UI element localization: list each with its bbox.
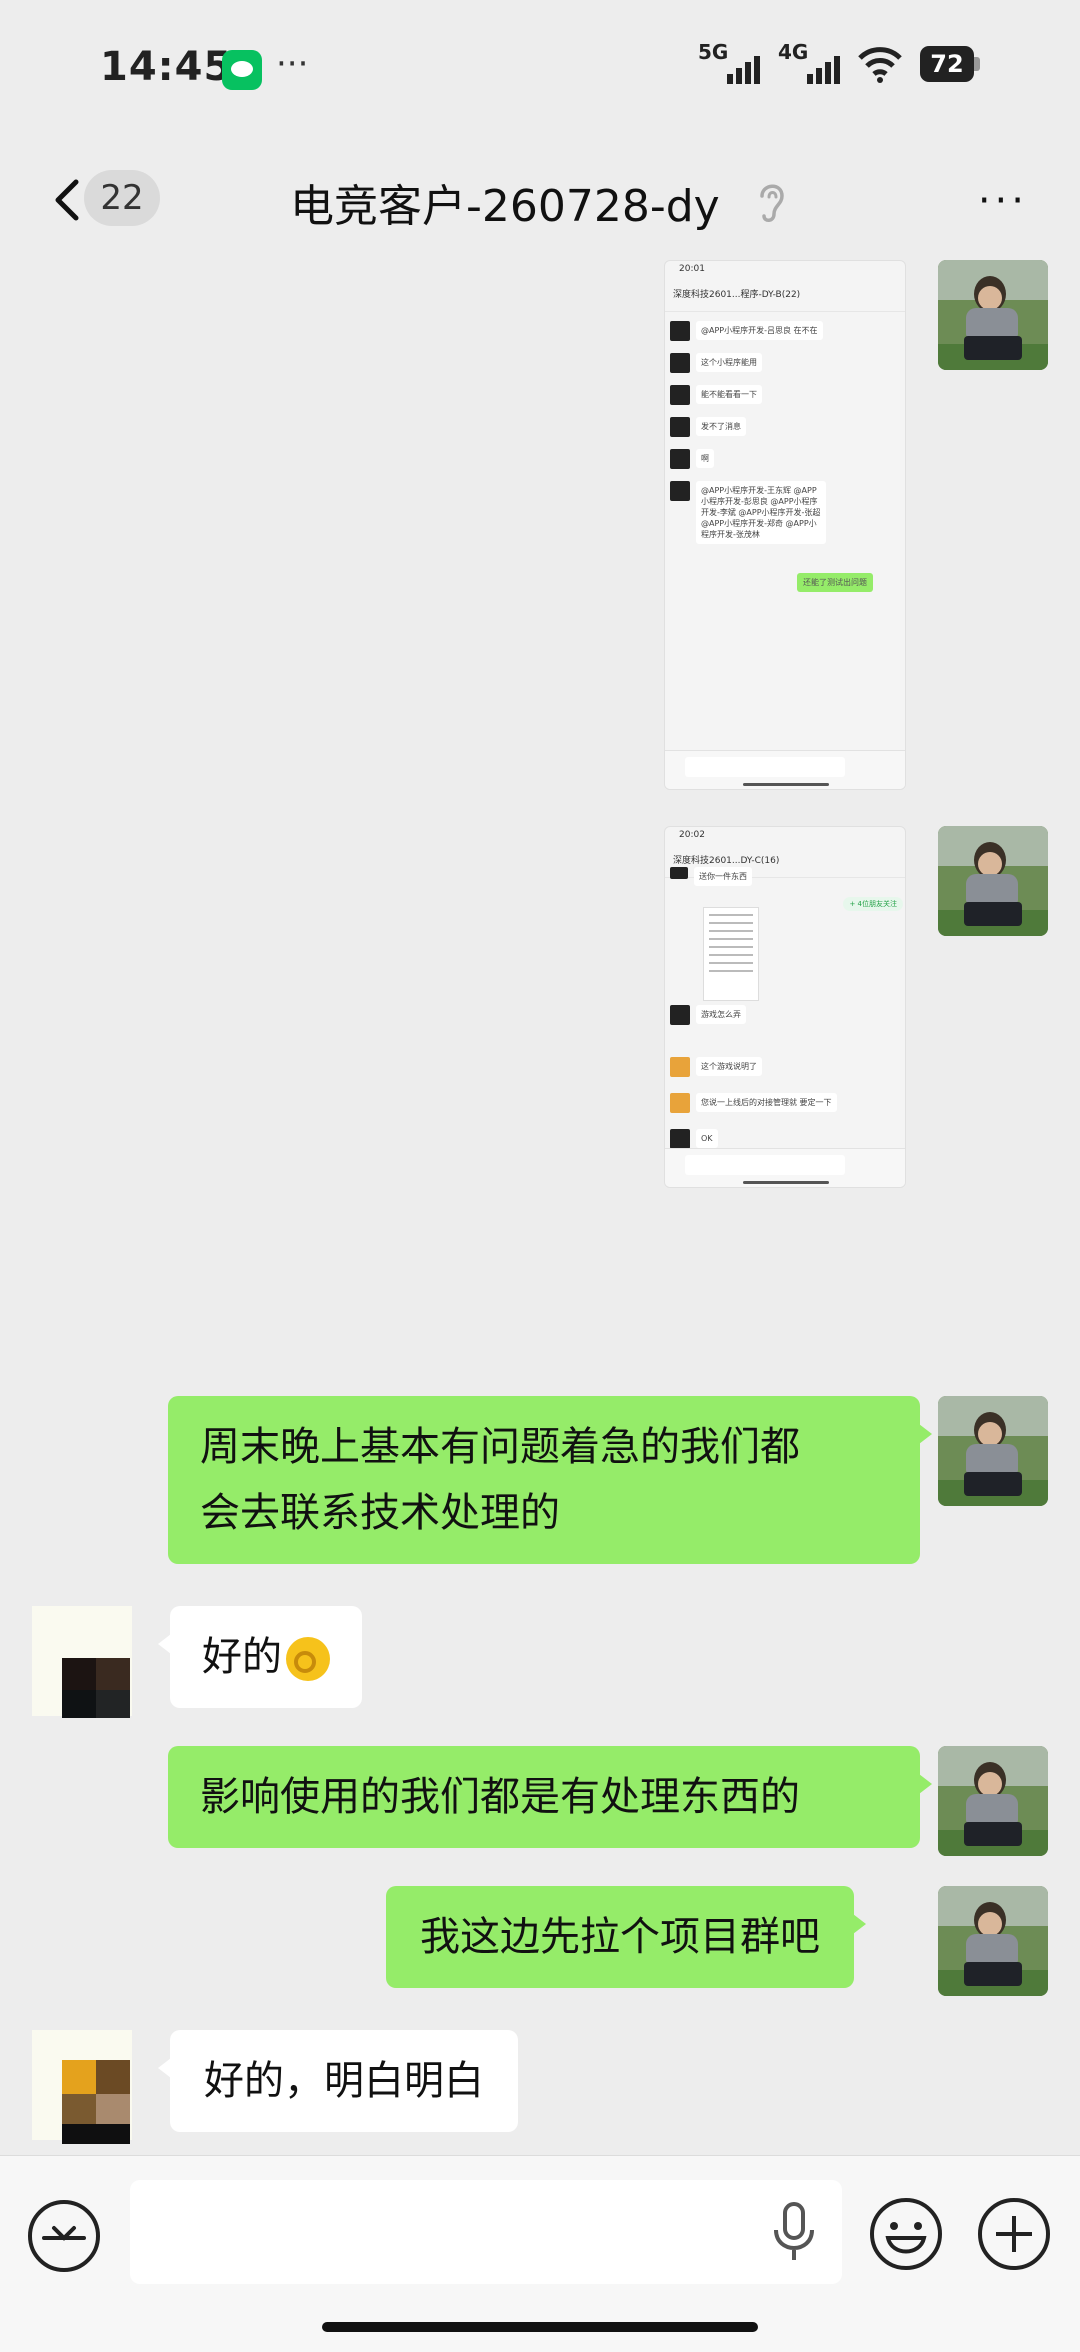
signal-5g-label: 5G (698, 40, 729, 64)
message-bubble-incoming[interactable]: 好的 (158, 1606, 362, 1708)
wechat-icon (222, 50, 262, 90)
voice-icon[interactable] (26, 2198, 102, 2274)
screenshot-title: 深度科技2601...程序-DY-B(22) (665, 285, 905, 312)
screenshot-message: 发不了消息 (696, 417, 746, 436)
screenshot-message: 您说一上线后的对接管理就 要定一下 (696, 1093, 837, 1112)
microphone-icon[interactable] (770, 2200, 818, 2264)
screenshot-message: @APP小程序开发-吕思良 在不在 (696, 321, 823, 340)
my-avatar[interactable] (938, 1886, 1048, 1996)
message-text: 好的 (202, 1634, 282, 1680)
ear-icon (760, 184, 784, 222)
contact-avatar[interactable] (32, 2030, 132, 2144)
status-right-group: 5G 4G 72 (698, 40, 980, 84)
message-bubble-incoming[interactable]: 好的，明白明白 (158, 2030, 518, 2132)
chat-header: 22 电竞客户-260728-dy ··· (0, 140, 1080, 260)
screenshot-message: 啊 (696, 449, 714, 468)
battery-level: 72 (920, 46, 974, 82)
my-avatar[interactable] (938, 260, 1048, 370)
emoji-icon[interactable] (868, 2196, 944, 2272)
screenshot-message: 送你一件东西 (694, 867, 752, 886)
screenshot-message: OK (696, 1129, 718, 1148)
signal-5g-icon: 5G (698, 40, 760, 84)
status-more-icon: ··· (276, 44, 309, 84)
wifi-icon (858, 47, 902, 83)
status-bar: 14:45 ··· 5G 4G 72 (0, 0, 1080, 140)
ok-hand-emoji-icon (286, 1637, 330, 1681)
my-avatar[interactable] (938, 826, 1048, 936)
contact-avatar[interactable] (32, 1606, 132, 1718)
signal-4g-icon: 4G (778, 40, 840, 84)
message-text: 好的，明白明白 (204, 2058, 484, 2104)
unread-count-badge[interactable]: 22 (84, 170, 160, 226)
message-text: 会去联系技术处理的 (200, 1490, 560, 1536)
message-input[interactable] (130, 2180, 842, 2284)
screenshot-message: 能不能看看一下 (696, 385, 762, 404)
screenshot-tag: + 4位朋友关注 (843, 897, 903, 911)
screenshot-reply: 还能了测试出问题 (797, 573, 873, 592)
more-options-icon[interactable]: ··· (978, 178, 1028, 224)
my-avatar[interactable] (938, 1396, 1048, 1506)
screenshot-message: 游戏怎么弄 (696, 1005, 746, 1024)
signal-4g-label: 4G (778, 40, 809, 64)
message-bubble-outgoing[interactable]: 影响使用的我们都是有处理东西的 (168, 1746, 932, 1848)
message-text: 周末晚上基本有问题着急的我们都 (200, 1424, 800, 1470)
image-message-screenshot[interactable]: 20:01 深度科技2601...程序-DY-B(22) @APP小程序开发-吕… (664, 260, 906, 790)
message-text: 我这边先拉个项目群吧 (420, 1914, 820, 1960)
screenshot-message: @APP小程序开发-王东辉 @APP小程序开发-彭思良 @APP小程序开发-李斌… (696, 481, 826, 544)
chat-title: 电竞客户-260728-dy (290, 181, 720, 232)
home-indicator[interactable] (322, 2322, 758, 2332)
plus-icon[interactable] (976, 2196, 1052, 2272)
screenshot-time: 20:02 (679, 830, 705, 840)
message-list[interactable]: 20:01 深度科技2601...程序-DY-B(22) @APP小程序开发-吕… (0, 260, 1080, 2155)
input-bar (0, 2155, 1080, 2352)
battery-icon: 72 (920, 46, 980, 82)
image-message-screenshot[interactable]: 20:02 深度科技2601...DY-C(16) 送你一件东西 + 4位朋友关… (664, 826, 906, 1188)
my-avatar[interactable] (938, 1746, 1048, 1856)
message-bubble-outgoing[interactable]: 周末晚上基本有问题着急的我们都 会去联系技术处理的 (168, 1396, 932, 1564)
message-bubble-outgoing[interactable]: 我这边先拉个项目群吧 (386, 1886, 866, 1988)
screenshot-message: 这个游戏说明了 (696, 1057, 762, 1076)
message-text: 影响使用的我们都是有处理东西的 (200, 1774, 800, 1820)
screenshot-message: 这个小程序能用 (696, 353, 762, 372)
status-time: 14:45 (100, 44, 233, 90)
screenshot-time: 20:01 (679, 264, 705, 274)
